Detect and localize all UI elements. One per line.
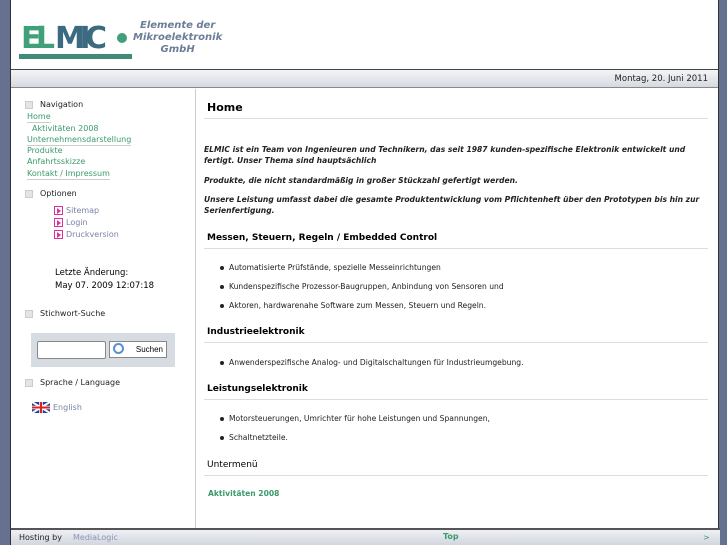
nav-aktivitaeten[interactable]: Aktivitäten 2008	[32, 124, 99, 134]
checkbox-icon	[25, 189, 33, 198]
section-heading: Messen, Steuern, Regeln / Embedded Contr…	[207, 233, 438, 243]
host-link[interactable]: MediaLogic	[73, 533, 118, 542]
option-label: Druckversion	[66, 230, 119, 239]
page-title: Home	[207, 101, 243, 114]
list-item: Aktoren, hardwarenahe Software zum Messe…	[219, 301, 487, 310]
list-item: Kundenspezifische Prozessor-Baugruppen, …	[220, 282, 504, 291]
submenu-link-aktivitaeten[interactable]: Aktivitäten 2008	[208, 489, 279, 498]
last-change-date: May 07. 2009 12:07:18	[55, 281, 155, 291]
checkbox-icon	[25, 309, 33, 318]
list-item: Automatisierte Prüfstände, spezielle Mes…	[220, 263, 441, 272]
section-title: Stichwort-Suche	[40, 309, 106, 318]
language-english[interactable]: English	[32, 402, 82, 413]
section-title: Sprache / Language	[40, 378, 120, 387]
section-heading: Leistungselektronik	[207, 384, 308, 394]
section-title: Optionen	[40, 189, 77, 198]
svg-text:EL: EL	[21, 21, 55, 56]
list-item: Anwenderspezifische Analog- und Digitals…	[220, 358, 524, 367]
option-label: Sitemap	[66, 206, 100, 215]
logo-tagline: Elemente der Mikroelektronik GmbH	[133, 20, 222, 56]
section-navigation: Navigation	[25, 100, 83, 109]
divider	[204, 118, 708, 119]
tagline-line: GmbH	[160, 44, 195, 55]
search-box: Suchen	[31, 333, 175, 367]
tagline-line: Mikroelektronik	[133, 32, 223, 43]
list-item: Motorsteuerungen, Umrichter für hohe Lei…	[220, 414, 490, 423]
hosting-label: Hosting by	[19, 533, 62, 542]
checkbox-icon	[25, 378, 33, 387]
divider	[204, 399, 708, 400]
intro-paragraph: Produkte, die nicht standardmäßig in gro…	[204, 176, 518, 185]
arrow-icon	[54, 230, 63, 239]
intro-paragraph: ELMIC ist ein Team von Ingenieuren und T…	[204, 145, 686, 165]
option-login[interactable]: Login	[54, 218, 88, 227]
option-label: Login	[66, 218, 88, 227]
divider	[204, 248, 708, 249]
divider	[204, 342, 708, 343]
elmic-logo[interactable]: EL MIC	[19, 14, 134, 62]
search-button[interactable]: Suchen	[109, 341, 167, 358]
section-optionen: Optionen	[25, 189, 77, 198]
nav-anfahrt[interactable]: Anfahrtsskizze	[27, 157, 85, 167]
tagline-line: Elemente der	[139, 20, 216, 31]
date-bar: Montag, 20. Juni 2011	[11, 70, 718, 88]
submenu-title: Untermenü	[207, 460, 258, 470]
option-sitemap[interactable]: Sitemap	[54, 206, 99, 215]
main-content: Home ELMIC ist ein Team von Ingenieuren …	[196, 89, 720, 528]
svg-text:MIC: MIC	[55, 21, 107, 56]
section-search: Stichwort-Suche	[25, 309, 105, 318]
nav-unternehmen[interactable]: Unternehmensdarstellung	[27, 135, 132, 146]
nav-produkte[interactable]: Produkte	[27, 146, 63, 156]
top-link[interactable]: Top	[443, 532, 459, 541]
checkbox-icon	[25, 100, 33, 109]
arrow-icon	[54, 218, 63, 227]
next-link[interactable]: >	[703, 533, 710, 542]
sidebar: Navigation Home Aktivitäten 2008 Unterne…	[11, 89, 196, 528]
header: EL MIC Elemente der Mikroelektronik GmbH	[11, 0, 718, 70]
page: EL MIC Elemente der Mikroelektronik GmbH…	[10, 0, 720, 545]
footer: Hosting by MediaLogic Top >	[11, 528, 720, 545]
nav-home[interactable]: Home	[27, 112, 51, 123]
search-button-label: Suchen	[135, 345, 163, 354]
last-change: Letzte Änderung: May 07. 2009 12:07:18	[55, 267, 154, 293]
language-label: English	[53, 403, 82, 412]
search-input[interactable]	[37, 341, 106, 359]
last-change-label: Letzte Änderung:	[55, 268, 129, 278]
section-language: Sprache / Language	[25, 378, 120, 387]
divider	[204, 475, 708, 476]
list-item: Schaltnetzteile.	[220, 433, 288, 442]
uk-flag-icon	[32, 402, 50, 413]
magnifier-icon	[113, 343, 124, 354]
intro-paragraph: Unsere Leistung umfasst dabei die gesamt…	[204, 195, 700, 215]
option-druckversion[interactable]: Druckversion	[54, 230, 119, 239]
arrow-icon	[54, 206, 63, 215]
section-heading: Industrieelektronik	[207, 327, 305, 337]
nav-kontakt[interactable]: Kontakt / Impressum	[27, 169, 110, 180]
section-title: Navigation	[40, 100, 84, 109]
